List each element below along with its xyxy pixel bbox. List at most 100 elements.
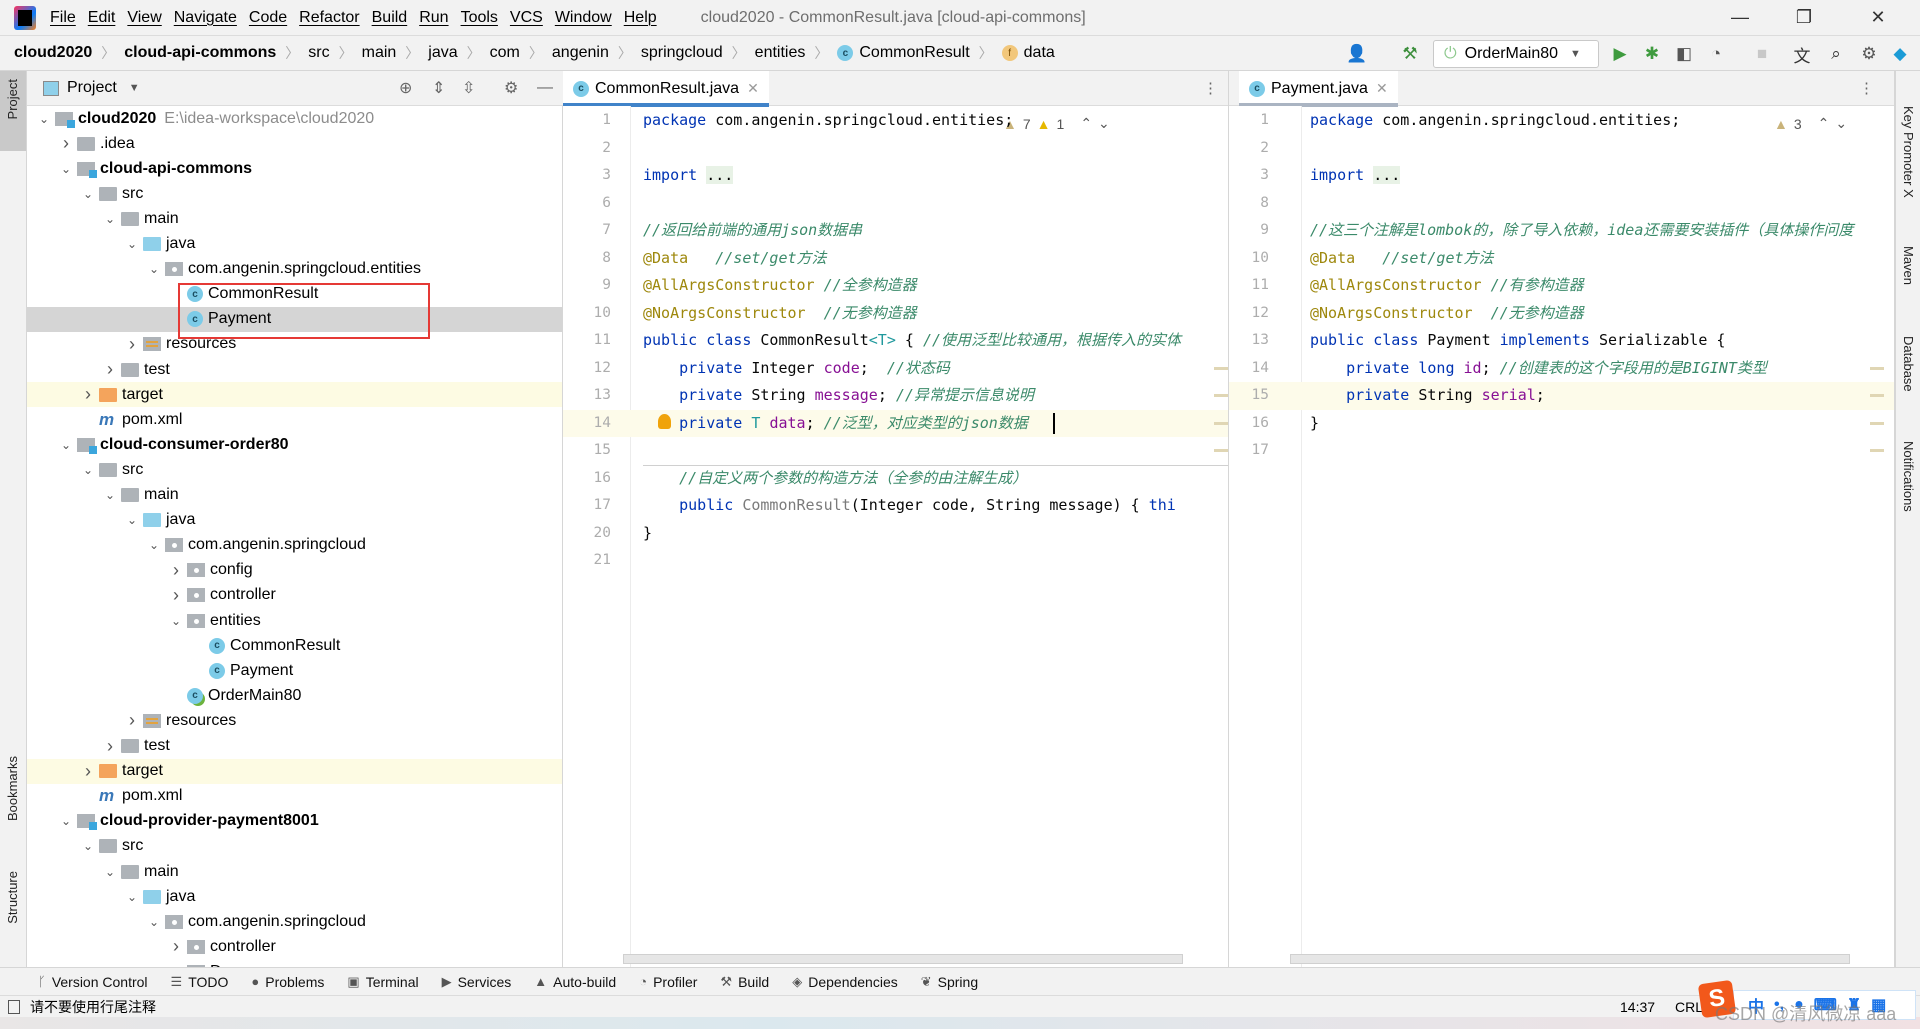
menu-refactor[interactable]: Refactor <box>299 9 359 27</box>
code-line[interactable]: import ... <box>1310 162 1401 190</box>
tree-item-resources[interactable]: › resources <box>27 708 562 733</box>
hide-panel-icon[interactable]: — <box>537 79 553 97</box>
tree-item-pom-xml[interactable]: m pom.xml <box>27 407 562 432</box>
translate-icon[interactable]: 文 <box>1790 42 1814 66</box>
code-line[interactable]: } <box>643 520 652 548</box>
editor-commonresult[interactable]: c CommonResult.java ✕ ⋮ ▲ 7 ▲ 1 ⌃ ⌄ 1 package com.a… <box>563 71 1229 967</box>
tree-item-controller[interactable]: › controller <box>27 583 562 608</box>
code-line[interactable]: private String serial; <box>1310 382 1545 410</box>
profile-icon[interactable]: ◔ <box>1704 42 1728 66</box>
error-stripe-mark[interactable] <box>1870 394 1884 397</box>
tool-window-spring[interactable]: ❦ Spring <box>921 974 978 990</box>
code-line[interactable]: @AllArgsConstructor //有参构造器 <box>1310 272 1584 300</box>
tool-window-auto-build[interactable]: ▲ Auto-build <box>534 974 616 990</box>
status-toggle-icon[interactable] <box>8 999 20 1014</box>
tree-item-entities[interactable]: ⌄ entities <box>27 608 562 633</box>
close-tab-icon[interactable]: ✕ <box>747 80 759 97</box>
editor-tab-commonresult-java[interactable]: c CommonResult.java ✕ <box>563 71 769 107</box>
maximize-button[interactable]: ❐ <box>1776 0 1832 35</box>
tool-window-terminal[interactable]: ▣ Terminal <box>347 974 418 990</box>
chevron-right-icon[interactable]: › <box>99 736 121 757</box>
code-line[interactable]: public class CommonResult<T> { //使用泛型比较通… <box>643 327 1181 355</box>
gear-icon[interactable]: ⚙ <box>504 78 518 98</box>
chevron-down-icon[interactable]: ⌄ <box>143 538 165 552</box>
stop-icon[interactable]: ■ <box>1750 42 1774 66</box>
tree-item-pom-xml[interactable]: m pom.xml <box>27 784 562 809</box>
notifications-tool-button[interactable]: Notifications <box>1901 441 1916 512</box>
close-tab-icon[interactable]: ✕ <box>1376 80 1388 97</box>
tool-window-services[interactable]: ▶ Services <box>442 974 512 990</box>
settings-icon[interactable]: ⚙ <box>1857 42 1881 66</box>
menu-run[interactable]: Run <box>419 9 448 27</box>
tree-item-payment[interactable]: c Payment <box>27 658 562 683</box>
code-line[interactable]: private long id; //创建表的这个字段用的是BIGINT类型 <box>1310 355 1767 383</box>
breadcrumb-item[interactable]: entities <box>755 44 806 62</box>
tree-item-com-angenin-springcloud[interactable]: ⌄ com.angenin.springcloud <box>27 533 562 558</box>
tree-item-src[interactable]: ⌄ src <box>27 457 562 482</box>
tree-item-java[interactable]: ⌄ java <box>27 884 562 909</box>
chevron-down-icon[interactable]: ▼ <box>129 82 140 94</box>
breadcrumb-item[interactable]: c CommonResult <box>837 44 970 62</box>
build-hammer-icon[interactable]: ⚒ <box>1398 42 1422 66</box>
code-line[interactable]: private T data; //泛型，对应类型的json数据 <box>643 410 1028 438</box>
chevron-down-icon[interactable]: ⌄ <box>55 814 77 828</box>
menu-file[interactable]: File <box>50 9 76 27</box>
tree-item-ordermain80[interactable]: c OrderMain80 <box>27 683 562 708</box>
chevron-right-icon[interactable]: › <box>77 761 99 782</box>
code-line[interactable]: package com.angenin.springcloud.entities… <box>1310 107 1680 135</box>
key-promoter-tool-button[interactable]: Key Promoter X <box>1901 106 1916 198</box>
minimize-button[interactable]: — <box>1712 0 1768 35</box>
chevron-down-icon[interactable]: ⌄ <box>121 890 143 904</box>
tree-item-main[interactable]: ⌄ main <box>27 206 562 231</box>
tree-item--idea[interactable]: › .idea <box>27 131 562 156</box>
code-line[interactable]: @NoArgsConstructor //无参构造器 <box>1310 300 1584 328</box>
run-icon[interactable]: ▶ <box>1608 42 1632 66</box>
breadcrumb-item[interactable]: cloud2020 <box>14 44 92 62</box>
tree-item-cloud-api-commons[interactable]: ⌄ cloud-api-commons <box>27 156 562 181</box>
user-icon[interactable]: 👤 <box>1345 42 1369 66</box>
tree-item-test[interactable]: › test <box>27 357 562 382</box>
search-icon[interactable]: ⌕ <box>1824 42 1848 66</box>
tool-window-version-control[interactable]: ᚴ Version Control <box>38 974 148 990</box>
tree-item-cloud2020[interactable]: ⌄ cloud2020 E:\idea-workspace\cloud2020 <box>27 106 562 131</box>
tool-window-build[interactable]: ⚒ Build <box>720 974 769 990</box>
bookmarks-tool-button[interactable]: Bookmarks <box>5 756 20 821</box>
tool-window-problems[interactable]: ● Problems <box>251 974 324 990</box>
chevron-down-icon[interactable]: ⌄ <box>55 438 77 452</box>
tree-item-java[interactable]: ⌄ java <box>27 232 562 257</box>
previous-highlight-icon[interactable]: ⌃ <box>1080 115 1092 132</box>
menu-tools[interactable]: Tools <box>461 9 498 27</box>
inspection-widget[interactable]: ▲ 7 ▲ 1 ⌃ ⌄ <box>1003 115 1110 132</box>
chevron-down-icon[interactable]: ⌄ <box>121 513 143 527</box>
tree-item-java[interactable]: ⌄ java <box>27 508 562 533</box>
tree-item-target[interactable]: › target <box>27 758 562 784</box>
tree-item-com-angenin-springcloud[interactable]: ⌄ com.angenin.springcloud <box>27 909 562 934</box>
chevron-down-icon[interactable]: ⌄ <box>55 162 77 176</box>
code-line[interactable]: @Data //set/get方法 <box>1310 245 1494 273</box>
chevron-right-icon[interactable]: › <box>165 560 187 581</box>
inspection-widget[interactable]: ▲ 3 ⌃ ⌄ <box>1774 115 1847 132</box>
menu-vcs[interactable]: VCS <box>510 9 543 27</box>
tree-item-commonresult[interactable]: c CommonResult <box>27 633 562 658</box>
menu-window[interactable]: Window <box>555 9 612 27</box>
error-stripe-mark[interactable] <box>1870 421 1884 425</box>
chevron-down-icon[interactable]: ⌄ <box>143 262 165 276</box>
code-line[interactable]: //返回给前端的通用json数据串 <box>643 217 862 245</box>
chevron-down-icon[interactable]: ⌄ <box>99 488 121 502</box>
error-stripe-mark[interactable] <box>1870 449 1884 452</box>
maven-tool-button[interactable]: Maven <box>1901 246 1916 285</box>
previous-highlight-icon[interactable]: ⌃ <box>1818 115 1830 132</box>
tree-item-cloud-consumer-order80[interactable]: ⌄ cloud-consumer-order80 <box>27 432 562 457</box>
chevron-down-icon[interactable]: ⌄ <box>121 237 143 251</box>
breadcrumb-item[interactable]: com <box>490 44 520 62</box>
tab-menu-icon[interactable]: ⋮ <box>1859 79 1874 97</box>
menu-view[interactable]: View <box>127 9 161 27</box>
breadcrumb-item[interactable]: java <box>428 44 457 62</box>
error-stripe-mark[interactable] <box>1870 366 1884 370</box>
error-stripe-mark[interactable] <box>1214 449 1228 452</box>
code-line[interactable]: @AllArgsConstructor //全参构造器 <box>643 272 917 300</box>
chevron-right-icon[interactable]: › <box>121 710 143 731</box>
tree-item-test[interactable]: › test <box>27 734 562 759</box>
menu-help[interactable]: Help <box>624 9 657 27</box>
breadcrumb-item[interactable]: angenin <box>552 44 609 62</box>
